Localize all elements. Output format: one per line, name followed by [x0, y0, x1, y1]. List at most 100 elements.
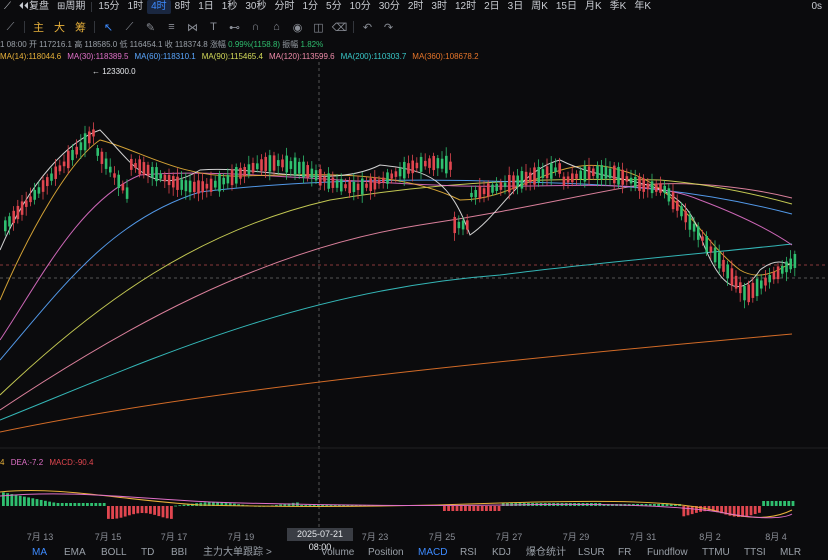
candle-body — [356, 183, 360, 191]
candle-body — [319, 169, 322, 186]
indicator-tab[interactable]: KDJ — [492, 546, 511, 560]
price-chart[interactable] — [0, 0, 828, 545]
macd-bar — [657, 504, 660, 506]
indicator-tab[interactable]: MACD — [418, 546, 447, 560]
candle-body — [41, 180, 45, 192]
candle-body — [96, 148, 99, 156]
macd-bar — [493, 506, 497, 511]
macd-bar — [52, 502, 56, 506]
candle-body — [440, 158, 444, 169]
indicator-tab[interactable]: TTSI — [744, 546, 766, 560]
candle-body — [348, 180, 351, 194]
candle-body — [260, 159, 263, 171]
candle-body — [680, 206, 683, 217]
indicator-tab[interactable]: FR — [618, 546, 631, 560]
macd-bar — [787, 501, 791, 506]
macd-bar — [149, 506, 152, 514]
indicator-tab[interactable]: 爆仓统计 — [526, 546, 566, 560]
candle-body — [201, 181, 204, 193]
candle-body — [445, 155, 448, 174]
indicator-tab[interactable]: RSI — [460, 546, 477, 560]
candle-body — [566, 176, 570, 183]
candle-body — [146, 164, 150, 176]
indicator-tab[interactable]: Position — [368, 546, 404, 560]
macd-bar — [77, 503, 81, 506]
high-price-marker: ← 123300.0 — [92, 67, 136, 76]
candle-body — [50, 173, 53, 181]
indicator-tab[interactable]: TD — [141, 546, 154, 560]
macd-bar — [783, 501, 786, 506]
candle-body — [436, 158, 440, 169]
candle-body — [457, 221, 461, 229]
candle-body — [352, 181, 356, 193]
candle-body — [83, 133, 87, 151]
indicator-tab[interactable]: EMA — [64, 546, 86, 560]
macd-bar — [174, 505, 177, 507]
candle-body — [138, 159, 141, 175]
candle-body — [340, 179, 343, 192]
indicator-tab[interactable]: LSUR — [578, 546, 605, 560]
macd-bar — [770, 501, 774, 506]
macd-legend: 4 DEA:-7.2 MACD:-90.4 — [0, 458, 93, 468]
candle-body — [130, 158, 133, 170]
candle-body — [529, 172, 532, 183]
x-axis-label: 7月 27 — [495, 532, 523, 542]
candle-body — [583, 165, 587, 182]
candle-body — [793, 254, 797, 268]
candle-body — [386, 172, 389, 184]
macd-bar — [157, 506, 161, 517]
macd-bar — [10, 494, 14, 506]
indicator-tab[interactable]: MLR — [780, 546, 801, 560]
candle-body — [344, 184, 347, 189]
candle-body — [310, 168, 314, 178]
candle-body — [365, 183, 368, 188]
candle-body — [377, 179, 381, 184]
macd-bar — [39, 499, 43, 506]
indicator-tab[interactable]: MA — [32, 546, 47, 560]
candle-body — [730, 268, 734, 286]
indicator-tab[interactable]: Fundflow — [647, 546, 688, 560]
macd-bar — [476, 506, 480, 511]
macd-bar — [136, 506, 140, 514]
ma120-line — [0, 183, 793, 411]
candle-body — [314, 170, 318, 181]
candle-body — [289, 161, 293, 169]
candle-body — [306, 165, 309, 178]
candle-body — [327, 173, 330, 189]
candle-body — [180, 179, 183, 190]
candle-body — [608, 168, 612, 179]
indicator-tab[interactable]: BBI — [171, 546, 187, 560]
macd-bar — [506, 503, 509, 506]
candle-body — [323, 176, 326, 182]
macd-bar — [749, 506, 753, 516]
indicator-tab[interactable]: BOLL — [101, 546, 127, 560]
macd-bar — [69, 503, 72, 506]
macd-bar — [472, 506, 476, 511]
macd-bar — [111, 506, 114, 519]
macd-bar — [758, 506, 761, 513]
macd-bar — [182, 504, 186, 506]
candle-body — [709, 246, 713, 253]
candle-body — [524, 171, 528, 186]
candle-body — [739, 282, 742, 294]
ma360-line — [0, 333, 793, 433]
indicator-tab[interactable]: TTMU — [702, 546, 730, 560]
indicator-tab[interactable]: 主力大单跟踪 — [203, 546, 263, 560]
indicator-tab[interactable]: Volume — [321, 546, 354, 560]
candle-body — [142, 162, 146, 175]
macd-bar — [98, 503, 102, 506]
macd-bar — [791, 501, 795, 506]
x-axis-label: 7月 13 — [26, 532, 54, 542]
candle-body — [264, 156, 267, 172]
candle-body — [764, 277, 767, 286]
candle-body — [117, 174, 120, 188]
candle-body — [579, 170, 582, 180]
candle-body — [428, 158, 431, 168]
candle-body — [713, 247, 717, 263]
macd-bar — [56, 503, 60, 506]
candle-body — [62, 161, 66, 167]
crosshair-date-label: 2025-07-21 08:00 — [287, 528, 353, 552]
indicator-tab[interactable]: > — [266, 546, 272, 560]
macd-bar — [686, 506, 690, 516]
macd-bar — [107, 506, 110, 519]
